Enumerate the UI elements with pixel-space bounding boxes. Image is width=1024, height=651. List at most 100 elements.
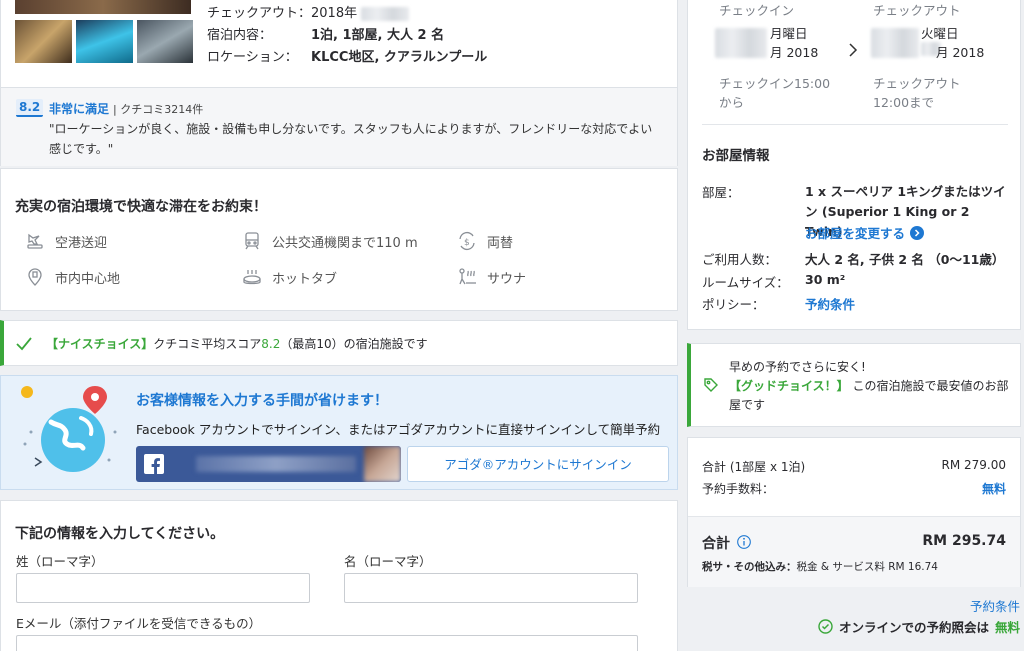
divider <box>702 124 1008 125</box>
amenity-item: $ 両替 <box>457 231 513 251</box>
public-transport-icon <box>242 231 262 251</box>
hotel-photo-main[interactable] <box>15 0 191 14</box>
currency-exchange-icon: $ <box>457 231 477 251</box>
checkout-month-year: 月 2018 <box>936 45 985 60</box>
stay-value: 1泊, 1部屋, 大人 2 名 <box>311 28 445 43</box>
redacted-checkout-day <box>871 28 919 58</box>
first-name-input[interactable] <box>344 573 638 603</box>
sauna-icon <box>457 267 477 287</box>
checkout-time-suffix: 12:00まで <box>873 95 935 110</box>
checkout-weekday: 火曜日 <box>921 26 959 41</box>
agoda-signin-button[interactable]: アゴダ®アカウントにサインイン <box>407 446 669 482</box>
last-name-label: 姓（ローマ字） <box>16 554 104 569</box>
facebook-signin-button[interactable] <box>136 446 401 482</box>
agoda-signin-label: アゴダ®アカウントにサインイン <box>444 457 632 472</box>
amenity-label: ホットタブ <box>272 271 338 287</box>
nice-choice-banner: 【ナイスチョイス】クチコミ平均スコア8.2（最高10）の宿泊施設です <box>0 320 678 366</box>
review-count: | クチコミ3214件 <box>113 103 204 116</box>
info-icon[interactable] <box>737 535 751 549</box>
review-score-badge: 8.2 <box>16 99 44 117</box>
stay-label: 宿泊内容： <box>207 28 273 43</box>
email-input[interactable] <box>16 635 638 651</box>
early-booking-line: 早めの予約でさらに安く! <box>729 360 866 374</box>
fee-label: 予約手数料： <box>702 482 775 496</box>
checkout-time-text: チェックアウト <box>873 76 961 91</box>
guests-label: ご利用人数： <box>702 252 778 267</box>
checkin-weekday: 月曜日 <box>770 26 808 41</box>
checkin-time-suffix: から <box>719 95 745 110</box>
policy-link[interactable]: 予約条件 <box>805 294 855 313</box>
change-room-link[interactable]: お部屋を変更する <box>805 223 925 242</box>
tax-label: 税サ・その他込み： <box>702 561 797 573</box>
nice-choice-text-a: クチコミ平均スコア <box>153 337 262 351</box>
amenities-title: 充実の宿泊環境で快適な滞在をお約束！ <box>15 199 267 215</box>
redacted-checkin-day <box>715 28 767 58</box>
signin-promo: お客様情報を入力する手間が省けます！ Facebook アカウントでサインイン、… <box>0 375 678 490</box>
location-label: ロケーション： <box>207 50 298 65</box>
review-quote: "ローケーションが良く、施設・設備も申し分ないです。スタッフも人によりますが、フ… <box>49 122 653 156</box>
hot-tub-icon <box>242 267 262 287</box>
amenity-item: 公共交通機関まで110 m <box>242 231 418 251</box>
checkin-header: チェックイン <box>719 3 795 18</box>
check-circle-icon <box>818 619 833 634</box>
size-label: ルームサイズ： <box>702 275 789 290</box>
nice-choice-prefix: 【ナイスチョイス】 <box>46 337 154 351</box>
location-value: KLCC地区, クアラルンプール <box>311 50 488 65</box>
fee-value: 無料 <box>981 482 1006 496</box>
review-section: 8.2 非常に満足 | クチコミ3214件 "ローケーションが良く、施設・設備も… <box>0 88 678 166</box>
price-tag-icon <box>703 377 719 393</box>
amenities-card: 充実の宿泊環境で快適な滞在をお約束！ 空港送迎 公共交通機関まで110 m $ … <box>0 168 678 311</box>
subtotal-label: 合計 (1部屋 x 1泊) <box>702 460 806 474</box>
amenity-label: サウナ <box>487 271 527 287</box>
hotel-photo-thumb-3[interactable] <box>137 20 193 63</box>
first-name-label: 名（ローマ字） <box>344 554 432 569</box>
checkout-value: 2018年 <box>311 6 358 21</box>
room-info-title: お部屋情報 <box>702 148 770 164</box>
checkin-month-year: 月 2018 <box>770 45 819 60</box>
terms-link[interactable]: 予約条件 <box>970 596 1020 615</box>
email-label: Eメール（添付ファイルを受信できるもの） <box>16 616 262 631</box>
online-booking-free: 無料 <box>994 620 1020 635</box>
city-center-icon <box>25 267 45 287</box>
amenity-item: サウナ <box>457 267 526 287</box>
price-summary-card: 合計 (1部屋 x 1泊) RM 279.00 予約手数料： 無料 合計 RM … <box>687 437 1021 587</box>
check-icon <box>16 337 32 351</box>
amenity-item: 市内中心地 <box>25 267 120 287</box>
signin-promo-description: Facebook アカウントでサインイン、またはアゴダアカウントに直接サインイン… <box>136 422 661 437</box>
arrow-circle-right-icon <box>910 225 925 240</box>
guest-info-form: 下記の情報を入力してください。 姓（ローマ字） 名（ローマ字） Eメール（添付フ… <box>0 500 678 651</box>
redacted-date <box>361 6 410 21</box>
total-value: RM 295.74 <box>922 533 1006 549</box>
nice-choice-text-b: （最高10）の宿泊施設です <box>280 337 428 351</box>
good-choice-prefix: 【グッドチョイス！】 <box>729 379 849 393</box>
amenity-label: 空港送迎 <box>55 235 108 251</box>
hotel-summary-card: チェックアウト：2018年 宿泊内容： 1泊, 1部屋, 大人 2 名 ロケーショ… <box>0 0 678 88</box>
total-section: 合計 RM 295.74 税サ・その他込み：税金 & サービス料 RM 16.7… <box>688 516 1020 587</box>
airport-shuttle-icon <box>25 231 45 251</box>
redacted-account-name <box>196 456 356 472</box>
room-label: 部屋： <box>702 185 740 200</box>
hotel-photo-thumb-2[interactable] <box>76 20 133 63</box>
amenity-label: 市内中心地 <box>55 271 121 287</box>
booking-details-card: チェックイン チェックアウト 月曜日 月 2018 火曜日 月 2018 チェッ… <box>687 0 1021 330</box>
last-name-input[interactable] <box>16 573 310 603</box>
checkin-time: チェックイン15:00 から <box>719 74 830 112</box>
facebook-icon <box>144 454 164 474</box>
signin-promo-title: お客様情報を入力する手間が省けます！ <box>136 393 388 409</box>
amenity-label: 両替 <box>487 235 514 251</box>
policy-label: ポリシー： <box>702 297 765 312</box>
guests-value: 大人 2 名, 子供 2 名 （0〜11歳） <box>805 252 1005 267</box>
form-title: 下記の情報を入力してください。 <box>15 526 225 542</box>
chevron-right-icon <box>848 42 858 58</box>
svg-text:$: $ <box>464 238 470 248</box>
review-rating-text[interactable]: 非常に満足 <box>49 100 109 117</box>
amenity-item: ホットタブ <box>242 267 337 287</box>
hotel-photo-thumb-1[interactable] <box>15 20 72 63</box>
online-booking-text: オンラインでの予約照会は <box>838 620 989 635</box>
redacted-avatar <box>364 446 401 482</box>
checkin-time-text: チェックイン15:00 <box>719 76 831 91</box>
nice-choice-score: 8.2 <box>261 337 281 351</box>
checkout-header: チェックアウト <box>873 3 961 18</box>
total-label: 合計 <box>702 536 730 552</box>
good-choice-banner: 早めの予約でさらに安く! 【グッドチョイス！】 この宿泊施設で最安値のお部屋です <box>687 343 1021 427</box>
